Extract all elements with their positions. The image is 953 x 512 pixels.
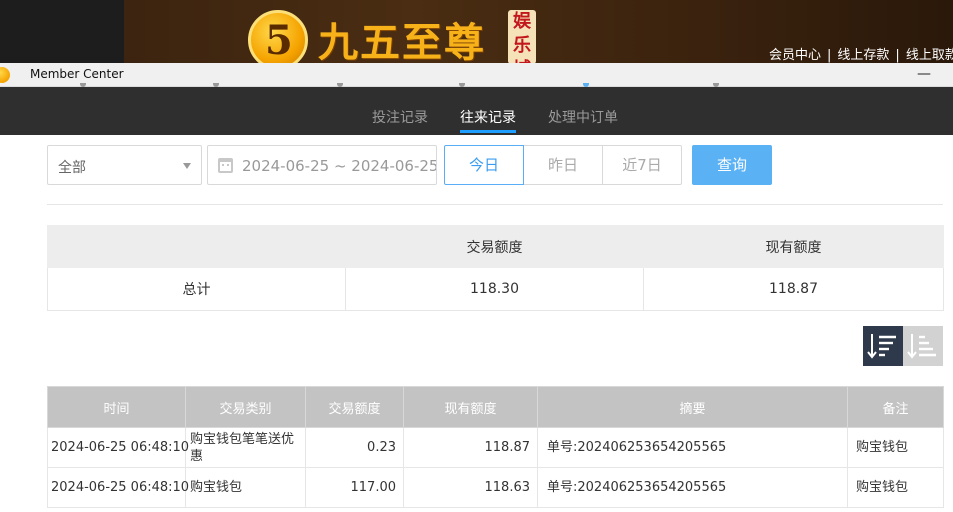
divider <box>47 204 943 205</box>
column-header-balance: 现有额度 <box>403 386 538 428</box>
range-today-button[interactable]: 今日 <box>444 145 524 185</box>
cell-amount: 0.23 <box>305 427 404 468</box>
range-yesterday-button[interactable]: 昨日 <box>523 145 603 185</box>
tab-bet-records[interactable]: 投注记录 <box>372 107 428 127</box>
column-header-amount: 交易额度 <box>305 386 404 428</box>
logo-glyph: 5 <box>265 17 293 64</box>
brand-logo-icon: 5 <box>248 10 308 64</box>
sort-asc-icon <box>907 334 936 359</box>
window-title: Member Center <box>30 67 124 81</box>
column-header-summary: 摘要 <box>537 386 848 428</box>
brand-side-label: 娱乐城 <box>508 10 536 64</box>
carousel-dot <box>80 83 86 87</box>
sort-desc-icon <box>867 334 896 359</box>
cell-note: 购宝钱包 <box>847 427 944 468</box>
record-tabs: 投注记录 往来记录 处理中订单 <box>0 83 953 135</box>
cell-balance: 118.87 <box>403 427 538 468</box>
carousel-dot <box>213 83 219 87</box>
category-select-value: 全部 <box>58 160 86 176</box>
active-tab-indicator <box>460 130 516 133</box>
carousel-dot <box>337 83 343 87</box>
cell-summary: 单号:202406253654205565 <box>537 427 848 468</box>
carousel-dot-active <box>583 83 589 87</box>
app-icon <box>0 67 10 83</box>
cell-note: 购宝钱包 <box>847 467 944 508</box>
top-links: 会员中心 | 线上存款 | 线上取款 <box>769 44 953 63</box>
minimize-button[interactable]: — <box>912 65 936 85</box>
summary-total-balance: 118.87 <box>643 267 944 311</box>
sort-desc-button[interactable] <box>863 326 903 366</box>
link-online-withdraw[interactable]: 线上取款 <box>906 44 953 63</box>
column-header-type: 交易类别 <box>185 386 306 428</box>
cell-type: 购宝钱包笔笔送优惠 <box>185 427 306 468</box>
transaction-records-table: 时间 交易类别 交易额度 现有额度 摘要 备注 2024-06-25 06:48… <box>47 386 944 508</box>
category-select[interactable]: 全部 <box>47 145 202 185</box>
cell-balance: 118.63 <box>403 467 538 508</box>
carousel-dot <box>459 83 465 87</box>
date-range-input[interactable]: 2024-06-25 ~ 2024-06-25 <box>207 145 437 185</box>
cell-time: 2024-06-25 06:48:10 <box>47 427 189 468</box>
date-range-value: 2024-06-25 ~ 2024-06-25 <box>242 157 437 175</box>
sort-asc-button[interactable] <box>903 326 943 366</box>
cell-summary: 单号:202406253654205565 <box>537 467 848 508</box>
chevron-down-icon <box>183 163 191 169</box>
link-separator: | <box>895 48 900 63</box>
banner-left-panel <box>0 0 124 64</box>
summary-header-cell: 交易额度 <box>345 225 644 268</box>
cell-time: 2024-06-25 06:48:10 <box>47 467 189 508</box>
range-7days-button[interactable]: 近7日 <box>602 145 682 185</box>
brand-name: 九五至尊 <box>318 19 486 64</box>
link-member-center[interactable]: 会员中心 <box>769 44 821 63</box>
column-header-time: 时间 <box>47 386 186 428</box>
cell-type: 购宝钱包 <box>185 467 306 508</box>
summary-total-label: 总计 <box>47 267 346 311</box>
summary-total-amount: 118.30 <box>345 267 644 311</box>
table-header-row: 时间 交易类别 交易额度 现有额度 摘要 备注 <box>47 386 944 428</box>
sort-toggle <box>863 326 943 366</box>
carousel-dots <box>0 83 953 91</box>
summary-header-cell <box>47 225 346 268</box>
table-row: 2024-06-25 06:48:10 购宝钱包 117.00 118.63 单… <box>47 467 944 508</box>
summary-total-row: 总计 118.30 118.87 <box>47 267 944 311</box>
link-online-deposit[interactable]: 线上存款 <box>837 44 889 63</box>
query-button[interactable]: 查询 <box>692 145 772 185</box>
column-header-note: 备注 <box>847 386 944 428</box>
carousel-dot <box>713 83 719 87</box>
summary-header-cell: 现有额度 <box>643 225 944 268</box>
link-separator: | <box>827 48 832 63</box>
table-row: 2024-06-25 06:48:10 购宝钱包笔笔送优惠 0.23 118.8… <box>47 427 944 468</box>
site-banner: 5 九五至尊 娱乐城 会员中心 | 线上存款 | 线上取款 <box>0 0 953 64</box>
summary-header-row: 交易额度 现有额度 <box>47 225 944 268</box>
tab-pending-orders[interactable]: 处理中订单 <box>548 107 618 127</box>
tab-transaction-records[interactable]: 往来记录 <box>460 107 516 127</box>
cell-amount: 117.00 <box>305 467 404 508</box>
calendar-icon <box>218 158 233 173</box>
summary-table: 交易额度 现有额度 总计 118.30 118.87 <box>47 225 944 311</box>
